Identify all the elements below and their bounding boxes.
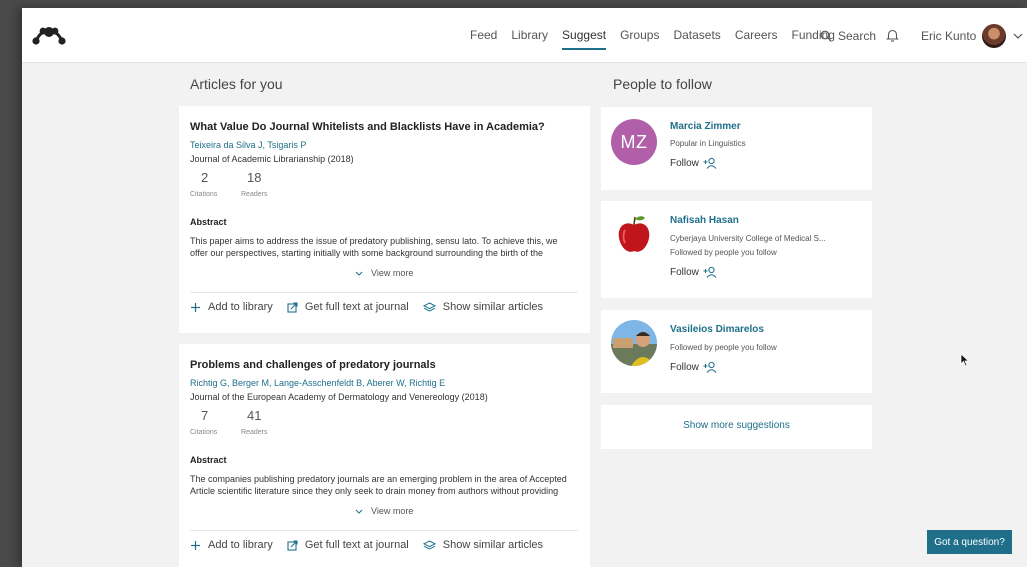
search-label: Search [838,28,877,43]
view-more-label: View more [371,506,414,516]
add-to-library-label: Add to library [208,301,273,313]
get-full-text-label: Get full text at journal [304,301,409,313]
person-avatar[interactable]: MZ [611,119,657,165]
nav-careers[interactable]: Careers [735,8,778,63]
get-full-text-label: Get full text at journal [304,539,409,551]
external-link-icon [287,301,298,313]
readers-label: Readers [241,429,268,436]
app-window: Feed Library Suggest Groups Datasets Car… [22,8,1027,567]
search-button[interactable]: Search [820,8,876,63]
nav-feed[interactable]: Feed [470,8,497,63]
chevron-down-icon [355,509,363,514]
user-avatar [982,23,1007,48]
article-journal: Journal of Academic Librarianship (2018) [190,154,354,164]
notification-bell-icon[interactable] [886,28,899,42]
citations-count: 2 [201,170,209,185]
article-authors[interactable]: Richtig G, Berger M, Lange-Asschenfeldt … [190,378,445,388]
plus-icon [191,540,200,550]
add-user-icon [703,266,717,278]
person-name[interactable]: Marcia Zimmer [670,121,741,132]
add-to-library-label: Add to library [208,539,273,551]
person-detail: Popular in Linguistics [670,139,746,148]
people-section-title: People to follow [613,76,712,92]
person-detail: Followed by people you follow [670,248,777,257]
abstract-text: This paper aims to address the issue of … [190,236,558,258]
citations-label: Citations [190,191,218,198]
show-more-suggestions-button[interactable]: Show more suggestions [601,420,872,431]
article-title[interactable]: Problems and challenges of predatory jou… [190,359,436,371]
follow-label: Follow [670,157,699,169]
apple-avatar-icon[interactable] [611,212,657,258]
article-card: What Value Do Journal Whitelists and Bla… [179,106,590,333]
show-more-card: Show more suggestions [601,405,872,449]
mendeley-logo-icon[interactable] [32,26,66,46]
readers-count: 18 [247,170,262,185]
readers-label: Readers [241,191,268,198]
person-detail: Followed by people you follow [670,343,777,352]
follow-button[interactable]: Follow [670,157,717,169]
abstract-heading: Abstract [190,217,227,227]
person-card: Nafisah Hasan Cyberjaya University Colle… [601,201,872,298]
get-full-text-button[interactable]: Get full text at journal [287,539,409,551]
nav-groups[interactable]: Groups [620,8,659,63]
person-name[interactable]: Nafisah Hasan [670,215,739,226]
show-similar-label: Show similar articles [442,301,544,313]
layers-icon [422,539,436,550]
got-a-question-button[interactable]: Got a question? [927,530,1012,554]
articles-section-title: Articles for you [190,76,283,92]
main-nav: Feed Library Suggest Groups Datasets Car… [470,8,849,63]
nav-library[interactable]: Library [511,8,548,63]
readers-count: 41 [247,408,262,423]
user-menu[interactable]: Eric Kunto [921,8,1023,63]
add-user-icon [703,361,717,373]
person-name[interactable]: Vasileios Dimarelos [670,324,764,335]
article-title[interactable]: What Value Do Journal Whitelists and Bla… [190,121,545,133]
article-authors[interactable]: Teixeira da Silva J, Tsigaris P [190,140,306,150]
card-divider [190,292,578,293]
person-card: MZ Marcia Zimmer Popular in Linguistics … [601,107,872,190]
follow-label: Follow [670,361,699,373]
plus-icon [191,302,200,312]
abstract-text: The companies publishing predatory journ… [190,474,567,496]
person-detail: Cyberjaya University College of Medical … [670,234,826,243]
external-link-icon [287,539,298,551]
view-more-button[interactable]: View more [355,506,413,516]
chevron-down-icon [1013,33,1023,39]
layers-icon [422,301,436,312]
show-similar-button[interactable]: Show similar articles [422,539,544,551]
chevron-down-icon [355,271,363,276]
view-more-label: View more [371,268,414,278]
citations-count: 7 [201,408,209,423]
add-to-library-button[interactable]: Add to library [190,301,273,313]
nav-suggest[interactable]: Suggest [562,8,607,63]
follow-button[interactable]: Follow [670,266,717,278]
follow-label: Follow [670,266,699,278]
nav-datasets[interactable]: Datasets [673,8,720,63]
person-photo-avatar[interactable] [611,320,657,366]
get-full-text-button[interactable]: Get full text at journal [287,301,409,313]
article-journal: Journal of the European Academy of Derma… [190,392,488,402]
show-similar-label: Show similar articles [442,539,544,551]
add-user-icon [703,157,717,169]
follow-button[interactable]: Follow [670,361,717,373]
mouse-pointer-icon [960,353,970,367]
abstract-heading: Abstract [190,455,227,465]
article-card: Problems and challenges of predatory jou… [179,344,590,567]
search-icon [820,30,832,41]
top-navigation-bar: Feed Library Suggest Groups Datasets Car… [22,8,1027,63]
card-divider [190,530,578,531]
citations-label: Citations [190,429,218,436]
article-actions: Add to library Get full text at journal … [190,301,557,313]
user-name: Eric Kunto [921,28,977,43]
add-to-library-button[interactable]: Add to library [190,539,273,551]
person-card: Vasileios Dimarelos Followed by people y… [601,310,872,393]
article-actions: Add to library Get full text at journal … [190,539,557,551]
view-more-button[interactable]: View more [355,268,413,278]
show-similar-button[interactable]: Show similar articles [422,301,544,313]
